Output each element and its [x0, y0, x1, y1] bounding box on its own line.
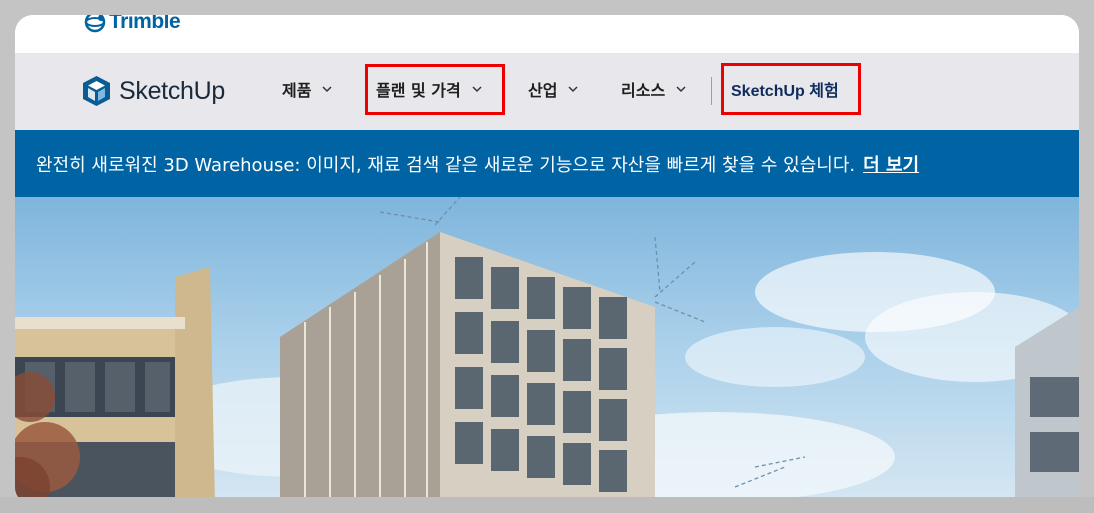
chevron-down-icon — [676, 86, 686, 93]
nav-item-products[interactable]: 제품 — [282, 77, 333, 101]
chevron-down-icon — [568, 86, 578, 93]
cta-brand: SketchUp — [731, 83, 805, 100]
chevron-down-icon — [322, 86, 332, 93]
nav-item-industries[interactable]: 산업 — [528, 77, 579, 101]
try-sketchup-link[interactable]: SketchUp 체험 — [731, 77, 839, 101]
brand-name: SketchUp — [119, 76, 225, 105]
nav-item-label: 산업 — [528, 81, 558, 100]
cta-label: 체험 — [809, 81, 839, 100]
nav-item-label: 리소스 — [621, 81, 666, 100]
page: Trimble SketchUp 제품 플랜 및 가격 산업 리소스 Sketc… — [15, 15, 1079, 505]
trimble-bar: Trimble — [15, 15, 1079, 53]
announcement-banner: 완전히 새로워진 3D Warehouse: 이미지, 재료 검색 같은 새로운… — [15, 130, 1079, 197]
nav-item-resources[interactable]: 리소스 — [621, 77, 687, 101]
nav-item-label: 플랜 및 가격 — [376, 81, 461, 100]
nav-divider — [711, 77, 712, 105]
main-nav: SketchUp 제품 플랜 및 가격 산업 리소스 SketchUp 체험 — [15, 53, 1079, 130]
sketchup-cube-icon — [83, 76, 110, 106]
announcement-text: 완전히 새로워진 3D Warehouse: 이미지, 재료 검색 같은 새로운… — [36, 154, 856, 176]
hero-image — [15, 197, 1079, 505]
nav-item-pricing[interactable]: 플랜 및 가격 — [376, 77, 483, 101]
sketchup-logo[interactable]: SketchUp — [82, 75, 225, 107]
trimble-globe-icon — [84, 15, 106, 33]
bottom-frame — [0, 497, 1094, 513]
trimble-logo[interactable]: Trimble — [83, 15, 181, 35]
building-illustration — [15, 197, 1079, 505]
trimble-wordmark: Trimble — [109, 15, 181, 33]
chevron-down-icon — [472, 86, 482, 93]
learn-more-link[interactable]: 더 보기 — [863, 151, 919, 177]
nav-item-label: 제품 — [282, 81, 312, 100]
